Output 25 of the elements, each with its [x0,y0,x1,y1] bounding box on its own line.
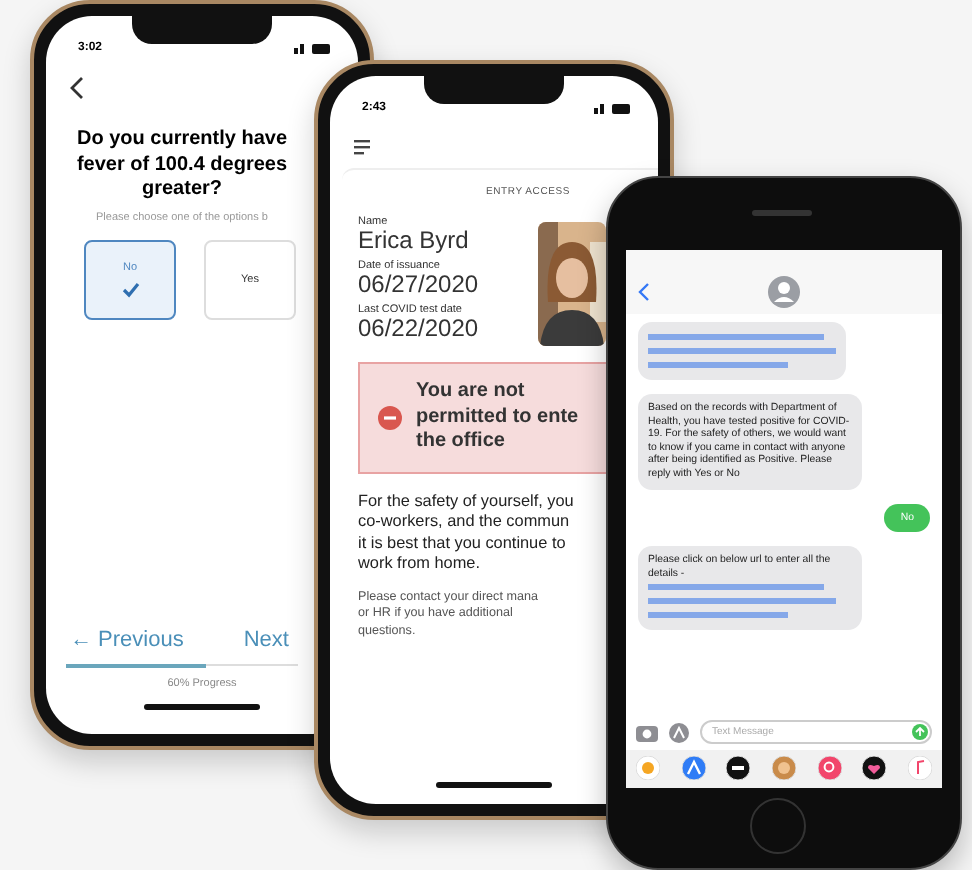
status-icons [294,41,330,55]
minus-circle-icon [378,405,402,430]
alert-text: You are not permitted to ente the office [416,380,579,455]
previous-link[interactable]: ← Previous [70,628,184,652]
home-indicator [144,704,260,710]
back-icon[interactable] [70,76,86,100]
check-icon [121,281,139,297]
question-text: Do you currently have fever of 100.4 degrees greater? [74,128,290,203]
next-link[interactable]: Next [243,628,289,652]
speaker-grille [752,210,812,216]
camera-notch [132,16,272,44]
app-store-icon[interactable] [668,721,690,743]
menu-icon[interactable] [354,140,370,156]
field-value: 06/27/2020 [358,272,481,298]
send-icon[interactable] [912,724,928,740]
home-indicator [436,782,552,788]
camera-icon[interactable] [636,722,658,742]
link-bubble[interactable] [638,322,846,380]
status-icons [594,101,630,115]
avatar-icon [768,276,800,308]
heart-icon[interactable] [862,756,887,780]
field-value: Erica Byrd [358,228,471,254]
camera-notch [424,76,564,104]
field-value: 06/22/2020 [358,316,481,342]
app-store-icon[interactable] [681,756,706,780]
